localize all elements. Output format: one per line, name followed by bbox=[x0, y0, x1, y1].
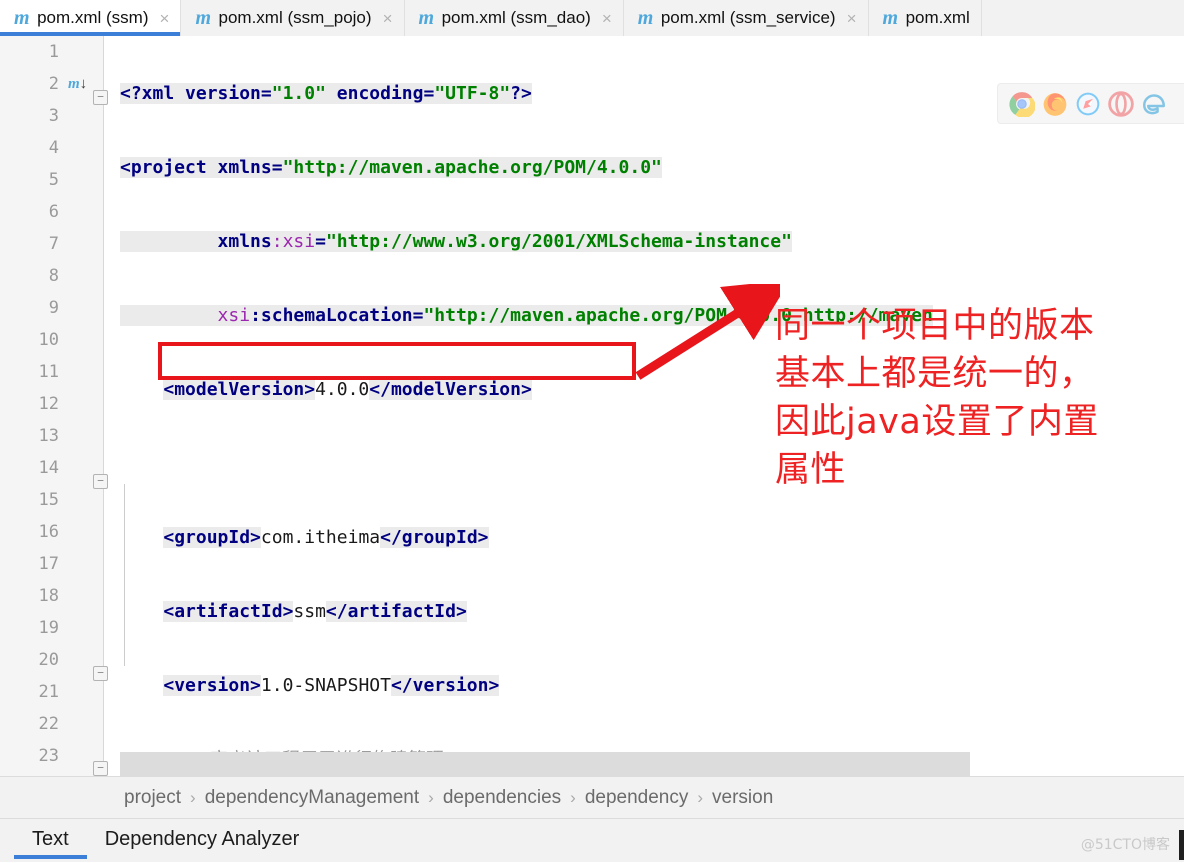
breadcrumb-item-version[interactable]: version bbox=[712, 787, 773, 809]
line-number: 10 bbox=[38, 330, 59, 350]
line-number: 7 bbox=[48, 234, 59, 254]
editor-tab-ssm-dao[interactable]: m pom.xml (ssm_dao) × bbox=[404, 0, 624, 36]
watermark: @51CTO博客 bbox=[1080, 837, 1170, 853]
annotation-text-line: 因此java设置了内置 bbox=[775, 402, 1099, 442]
breadcrumb-item-dependency[interactable]: dependency bbox=[585, 787, 689, 809]
annotation-text-line: 基本上都是统一的， bbox=[775, 354, 1095, 394]
line-number: 6 bbox=[48, 202, 59, 222]
editor-tab-label: pom.xml (ssm_pojo) bbox=[218, 8, 372, 27]
editor-tab-ssm[interactable]: m pom.xml (ssm) × bbox=[0, 0, 182, 36]
editor-tab-bar[interactable]: m pom.xml (ssm) × m pom.xml (ssm_pojo) ×… bbox=[0, 0, 1184, 37]
line-number: 22 bbox=[38, 714, 59, 734]
line-number: 13 bbox=[38, 426, 59, 446]
line-number: 9 bbox=[48, 298, 59, 318]
line-number: 1 bbox=[48, 42, 59, 62]
code-line-8[interactable]: <artifactId>ssm</artifactId> bbox=[103, 596, 1184, 628]
chevron-right-icon: › bbox=[190, 787, 196, 807]
annotation-text: 同一个项目中的版本 基本上都是统一的， 因此java设置了内置 属性 bbox=[775, 302, 1175, 494]
line-number: 5 bbox=[48, 170, 59, 190]
edge-icon[interactable] bbox=[1141, 91, 1167, 117]
editor-tab-ssm-service[interactable]: m pom.xml (ssm_service) × bbox=[623, 0, 869, 36]
maven-reimport-icon[interactable]: m↓ bbox=[68, 68, 87, 100]
chevron-right-icon: › bbox=[697, 787, 704, 807]
line-number: 3 bbox=[48, 106, 59, 126]
annotation-text-line: 同一个项目中的版本 bbox=[775, 306, 1095, 346]
fold-marker-line-14[interactable]: − bbox=[93, 474, 108, 489]
arrow-down-icon: ↓ bbox=[79, 76, 88, 92]
maven-m-icon: m bbox=[195, 7, 211, 29]
close-icon[interactable]: × bbox=[160, 10, 170, 27]
code-line-7[interactable]: <groupId>com.itheima</groupId> bbox=[103, 522, 1184, 554]
fold-marker-line-2[interactable]: − bbox=[93, 90, 108, 105]
line-number: 8 bbox=[48, 266, 59, 286]
fold-marker-line-23[interactable]: − bbox=[93, 761, 108, 776]
firefox-icon[interactable] bbox=[1042, 91, 1068, 117]
line-number: 19 bbox=[38, 618, 59, 638]
code-line-9[interactable]: <version>1.0-SNAPSHOT</version> bbox=[103, 670, 1184, 702]
code-line-3[interactable]: xmlns:xsi="http://www.w3.org/2001/XMLSch… bbox=[103, 226, 1184, 258]
tab-text[interactable]: Text bbox=[14, 819, 87, 863]
code-editor[interactable]: 1 2 3 4 5 6 7 8 9 10 11 12 13 14 15 16 1… bbox=[0, 36, 1184, 776]
fold-guide-line bbox=[124, 484, 125, 666]
annotation-text-line: 属性 bbox=[775, 450, 847, 490]
editor-tab-label: pom.xml (ssm) bbox=[37, 8, 149, 27]
editor-tab-ssm-pojo[interactable]: m pom.xml (ssm_pojo) × bbox=[181, 0, 405, 36]
chrome-icon[interactable] bbox=[1009, 91, 1035, 117]
line-number: 16 bbox=[38, 522, 59, 542]
breadcrumb[interactable]: project › dependencyManagement › depende… bbox=[0, 776, 1184, 818]
editor-view-tab-bar[interactable]: Text Dependency Analyzer bbox=[0, 818, 1184, 862]
close-icon[interactable]: × bbox=[847, 10, 857, 27]
chevron-right-icon: › bbox=[570, 787, 576, 807]
line-number: 4 bbox=[48, 138, 59, 158]
editor-tab-label: pom.xml bbox=[905, 8, 970, 27]
close-icon[interactable]: × bbox=[602, 10, 612, 27]
line-number: 12 bbox=[38, 394, 59, 414]
breadcrumb-item-dependencymanagement[interactable]: dependencyManagement bbox=[205, 787, 419, 809]
line-number: 15 bbox=[38, 490, 59, 510]
editor-gutter[interactable]: 1 2 3 4 5 6 7 8 9 10 11 12 13 14 15 16 1… bbox=[0, 36, 108, 776]
editor-tab-label: pom.xml (ssm_service) bbox=[660, 8, 836, 27]
maven-m-icon: m bbox=[418, 7, 435, 29]
maven-m-icon: m bbox=[637, 7, 654, 29]
maven-m-icon: m bbox=[882, 7, 899, 29]
line-number: 2 bbox=[48, 74, 59, 94]
line-number: 23 bbox=[38, 746, 59, 766]
line-number: 17 bbox=[38, 554, 59, 574]
tab-dependency-analyzer[interactable]: Dependency Analyzer bbox=[105, 819, 300, 863]
code-line-2[interactable]: <project xmlns="http://maven.apache.org/… bbox=[103, 152, 1184, 184]
line-number-column: 1 2 3 4 5 6 7 8 9 10 11 12 13 14 15 16 1… bbox=[0, 36, 63, 772]
line-number: 18 bbox=[38, 586, 59, 606]
line-selection-highlight bbox=[120, 752, 970, 776]
editor-tab-label: pom.xml (ssm_dao) bbox=[441, 8, 591, 27]
scrollbar-thumb[interactable] bbox=[1179, 830, 1184, 860]
maven-m-icon: m bbox=[14, 7, 30, 29]
breadcrumb-item-project[interactable]: project bbox=[124, 787, 181, 809]
editor-tab-overflow[interactable]: m pom.xml bbox=[868, 0, 982, 36]
fold-marker-line-20[interactable]: − bbox=[93, 666, 108, 681]
line-number: 11 bbox=[38, 362, 59, 382]
browser-preview-popup[interactable] bbox=[997, 83, 1184, 124]
line-number: 14 bbox=[38, 458, 59, 478]
safari-icon[interactable] bbox=[1075, 91, 1101, 117]
breadcrumb-item-dependencies[interactable]: dependencies bbox=[443, 787, 561, 809]
close-icon[interactable]: × bbox=[383, 10, 393, 27]
chevron-right-icon: › bbox=[428, 787, 434, 807]
line-number: 20 bbox=[38, 650, 59, 670]
line-number: 21 bbox=[38, 682, 59, 702]
opera-icon[interactable] bbox=[1108, 90, 1134, 117]
